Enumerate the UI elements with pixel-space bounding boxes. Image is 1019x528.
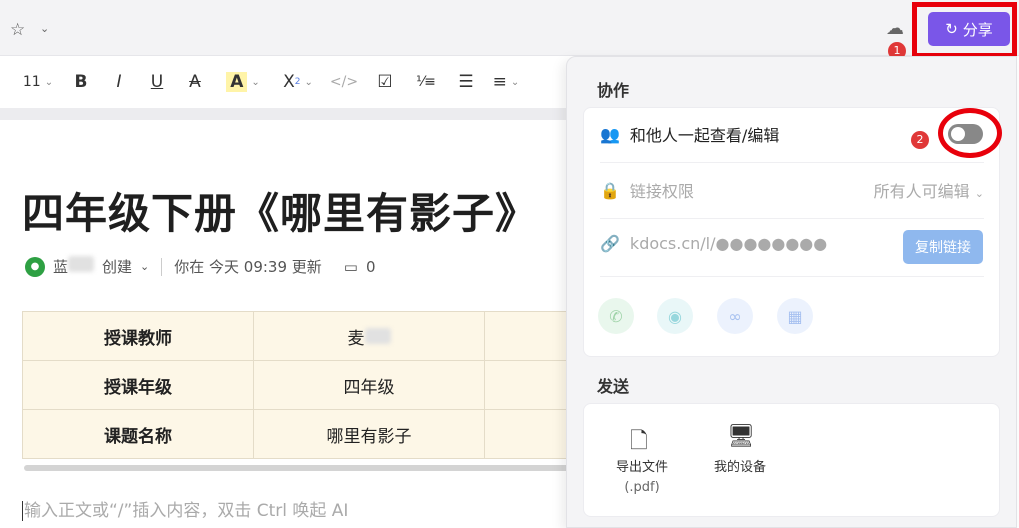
chevron-down-icon: ⌄: [974, 187, 984, 200]
table-scrollbar[interactable]: [24, 465, 572, 471]
table-cell[interactable]: 四年级: [253, 360, 485, 410]
table-cell[interactable]: [484, 311, 575, 361]
author-name: 蓝: [53, 256, 95, 277]
share-icon: ↻: [945, 20, 958, 38]
page-title: 四年级下册《哪里有影子》: [22, 189, 539, 238]
highlight-color-button[interactable]: A ⌄: [214, 67, 272, 97]
star-icon[interactable]: ☆: [10, 20, 25, 40]
chevron-down-icon[interactable]: ⌄: [40, 22, 49, 35]
send-section-title: 发送: [597, 377, 630, 396]
strikethrough-button[interactable]: A: [176, 67, 214, 97]
doc-top-band: [0, 108, 580, 120]
superscript-button[interactable]: X 2 ⌄: [272, 67, 324, 97]
share-label: 分享: [962, 20, 993, 39]
collab-toggle[interactable]: [948, 124, 983, 144]
checkbox-list-icon[interactable]: ☑: [364, 67, 406, 97]
comment-icon[interactable]: ▭: [344, 258, 358, 276]
export-file-button[interactable]: 导出文件 (.pdf): [597, 458, 687, 498]
link-icon: 🔗: [600, 234, 620, 253]
link-share-icon[interactable]: ∞: [717, 298, 753, 334]
chevron-down-icon: ⌄: [251, 76, 260, 88]
chevron-down-icon: ⌄: [304, 76, 313, 88]
table-cell[interactable]: 课题名称: [22, 409, 254, 459]
table-cell[interactable]: 哪里有影子: [253, 409, 485, 459]
meta-divider: [161, 257, 163, 276]
bold-button[interactable]: B: [62, 67, 100, 97]
link-permission-select[interactable]: 所有人可编辑 ⌄: [874, 178, 984, 202]
table-row: 课题名称 哪里有影子: [22, 409, 575, 459]
qq-icon[interactable]: ◉: [657, 298, 693, 334]
chevron-down-icon[interactable]: ⌄: [140, 260, 149, 273]
table-cell[interactable]: [484, 409, 575, 459]
table-cell[interactable]: 授课教师: [22, 311, 254, 361]
my-device-button[interactable]: 我的设备: [695, 458, 785, 478]
table-cell[interactable]: [484, 360, 575, 410]
link-permission-label: 链接权限: [629, 182, 694, 201]
table-row: 授课年级 四年级: [22, 360, 575, 410]
collab-section-title: 协作: [597, 81, 630, 100]
link-url: kdocs.cn/l/●●●●●●●●: [629, 234, 828, 253]
doc-meta: ● 蓝 创建 ⌄ 你在 今天 09:39 更新 ▭ 0: [25, 256, 376, 277]
text-caret: [22, 501, 23, 521]
wechat-icon[interactable]: ✆: [598, 298, 634, 334]
link-permission-row: 🔒 链接权限 所有人可编辑 ⌄: [600, 178, 984, 202]
blurred-name: [364, 327, 391, 344]
created-label: 创建: [102, 258, 133, 276]
blurred-name: [68, 256, 95, 272]
qrcode-icon[interactable]: ▦: [777, 298, 813, 334]
toggle-knob: [951, 127, 965, 141]
lock-icon: 🔒: [600, 180, 620, 200]
file-export-icon[interactable]: 🗋: [630, 424, 648, 462]
share-button[interactable]: ↻ 分享: [928, 12, 1010, 46]
top-bar: ☆ ⌄ ☁: [0, 0, 1019, 56]
italic-button[interactable]: I: [100, 67, 138, 97]
table-row: 授课教师 麦: [22, 311, 575, 361]
font-size-select[interactable]: 11 ⌄: [14, 67, 62, 97]
code-button[interactable]: </>: [324, 67, 364, 97]
align-icon[interactable]: ≡ ⌄: [486, 67, 526, 97]
users-icon: 👥: [600, 124, 620, 144]
device-icon[interactable]: 🖥: [727, 424, 755, 449]
body-placeholder[interactable]: 输入正文或“/”插入内容，双击 Ctrl 唤起 AI: [22, 496, 348, 521]
format-toolbar: 11 ⌄ B I U A A ⌄ X 2 ⌄ </> ☑ ⅟≡ ☰ ≡ ⌄: [0, 56, 580, 108]
table-cell[interactable]: 麦: [253, 311, 485, 361]
ordered-list-icon[interactable]: ⅟≡: [406, 67, 446, 97]
bullet-list-icon[interactable]: ☰: [446, 67, 486, 97]
avatar[interactable]: ●: [25, 256, 45, 277]
collab-label: 和他人一起查看/编辑: [629, 126, 780, 145]
comment-count: 0: [365, 257, 376, 276]
updated-label: 你在 今天 09:39 更新: [174, 258, 322, 276]
underline-button[interactable]: U: [138, 67, 176, 97]
chevron-down-icon: ⌄: [44, 76, 54, 88]
cloud-sync-icon[interactable]: ☁: [886, 18, 904, 39]
copy-link-button[interactable]: 复制链接: [903, 230, 983, 264]
step-badge-2: 2: [911, 131, 929, 149]
info-table: 授课教师 麦 授课年级 四年级 课题名称 哪里有影子: [22, 311, 575, 459]
table-cell[interactable]: 授课年级: [22, 360, 254, 410]
